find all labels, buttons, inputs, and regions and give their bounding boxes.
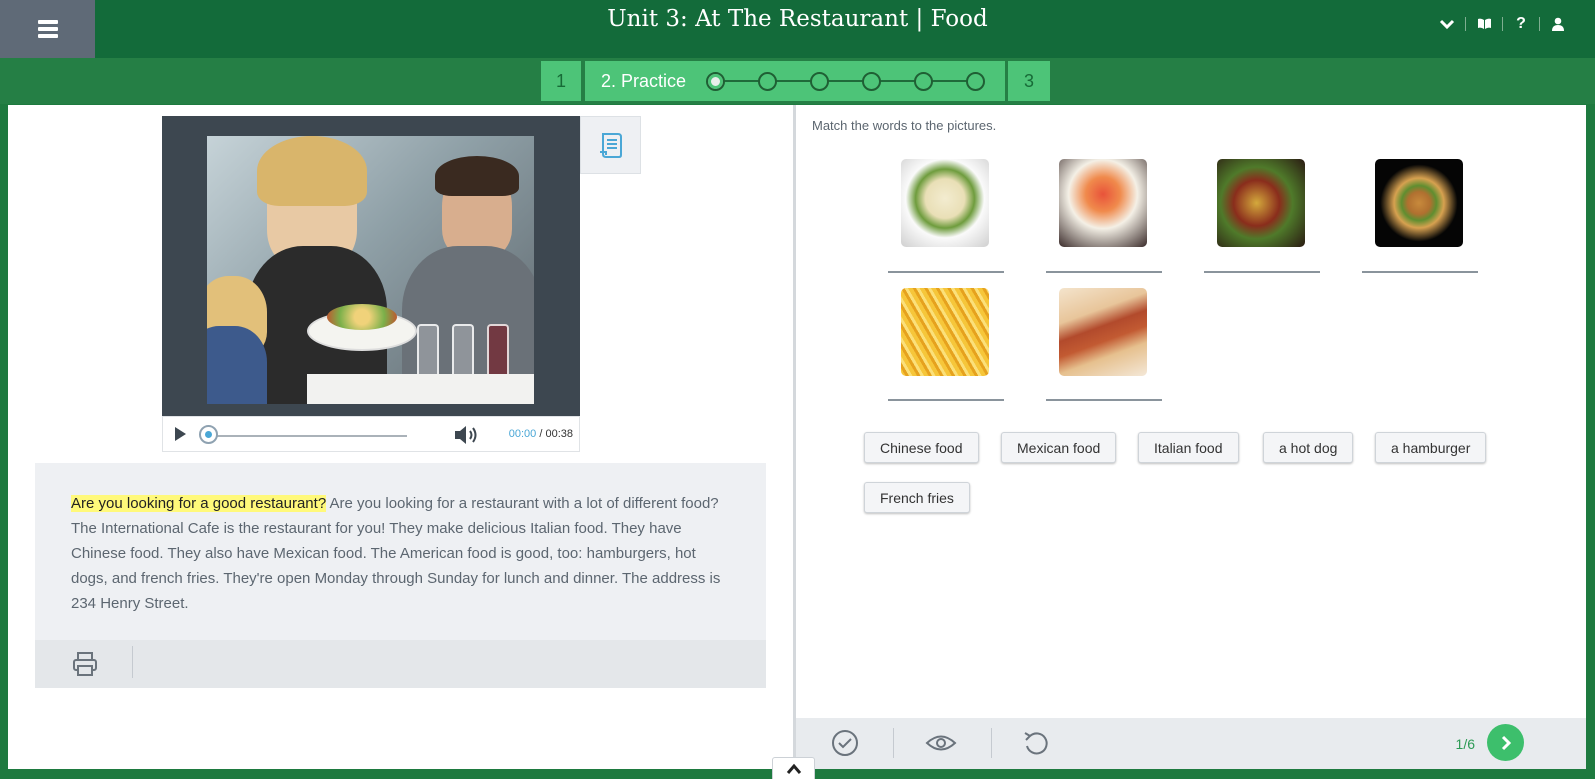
progress-dot[interactable] — [810, 72, 829, 91]
audio-controls: 00:00 / 00:38 — [162, 416, 580, 452]
tacos-image — [1217, 159, 1305, 247]
header-toolbar: ? — [1434, 12, 1571, 36]
reading-toolbar — [35, 640, 766, 688]
print-icon[interactable] — [71, 650, 99, 678]
undo-icon[interactable] — [1021, 728, 1051, 758]
hot-dog-image — [1059, 288, 1147, 376]
page-title: Unit 3: At The Restaurant | Food — [607, 6, 988, 32]
woman-hair — [257, 136, 367, 206]
check-icon[interactable] — [830, 728, 860, 758]
book-icon[interactable] — [1471, 12, 1497, 36]
volume-icon[interactable] — [453, 424, 481, 446]
word-chip[interactable]: Mexican food — [1001, 432, 1117, 463]
man-hair — [435, 156, 519, 196]
duration: 00:38 — [545, 428, 573, 440]
reading-paragraph: Are you looking for a good restaurant? A… — [71, 491, 730, 616]
seek-bar[interactable] — [207, 435, 407, 437]
tablecloth — [307, 374, 534, 404]
seek-handle[interactable] — [199, 425, 218, 444]
arrow-right-icon — [1501, 735, 1511, 750]
next-button[interactable] — [1487, 724, 1524, 761]
reading-rest: Are you looking for a restaurant with a … — [71, 495, 721, 612]
progress-counter: 1/6 — [1455, 736, 1475, 752]
french-fries-image — [901, 288, 989, 376]
step-2-label: 2. Practice — [601, 70, 687, 91]
hamburger-image — [1375, 159, 1463, 247]
answer-slot[interactable] — [1362, 271, 1478, 273]
reading-text-box: Are you looking for a good restaurant? A… — [35, 463, 766, 640]
exercise-toolbar: 1/6 — [796, 718, 1586, 769]
time-display: 00:00 / 00:38 — [509, 428, 573, 440]
progress-dot[interactable] — [706, 72, 725, 91]
progress-dot[interactable] — [914, 72, 933, 91]
answer-slot[interactable] — [1204, 271, 1320, 273]
answer-slot[interactable] — [1046, 271, 1162, 273]
current-time: 00:00 — [508, 428, 537, 440]
help-icon[interactable]: ? — [1508, 12, 1534, 36]
play-icon[interactable] — [175, 427, 186, 441]
chevron-up-icon — [786, 763, 801, 774]
highlighted-sentence[interactable]: Are you looking for a good restaurant? — [71, 495, 327, 512]
divider — [991, 728, 992, 758]
video-frame-image — [207, 136, 534, 404]
word-chip[interactable]: a hot dog — [1263, 432, 1354, 463]
transcript-button[interactable] — [580, 116, 641, 174]
answer-slot[interactable] — [1046, 399, 1162, 401]
answer-slot[interactable] — [888, 399, 1004, 401]
user-icon[interactable] — [1545, 12, 1571, 36]
reading-panel: 00:00 / 00:38 Are you looking for a good… — [8, 105, 794, 769]
progress-dot[interactable] — [758, 72, 777, 91]
eye-icon[interactable] — [925, 728, 957, 758]
video-player[interactable] — [162, 116, 580, 416]
divider — [893, 728, 894, 758]
progress-dot[interactable] — [862, 72, 881, 91]
divider — [1539, 17, 1540, 31]
word-chip[interactable]: French fries — [864, 482, 970, 513]
word-chip[interactable]: a hamburger — [1375, 432, 1487, 463]
divider — [132, 646, 133, 678]
app-header: Unit 3: At The Restaurant | Food ? — [0, 0, 1595, 58]
spaghetti-image — [901, 159, 989, 247]
collapse-button[interactable] — [772, 757, 815, 779]
word-chip[interactable]: Chinese food — [864, 432, 979, 463]
step-1-tab[interactable]: 1 — [541, 61, 581, 101]
transcript-icon — [599, 133, 622, 158]
progress-dot[interactable] — [966, 72, 985, 91]
divider — [1465, 17, 1466, 31]
child-shirt — [207, 326, 267, 404]
food — [327, 304, 397, 330]
chevron-down-icon[interactable] — [1434, 12, 1460, 36]
exercise-panel: Match the words to the pictures. Chinese… — [796, 105, 1586, 769]
divider — [1502, 17, 1503, 31]
exercise-instruction: Match the words to the pictures. — [812, 118, 997, 133]
answer-slot[interactable] — [888, 271, 1004, 273]
lesson-steps: 1 2. Practice 3 — [0, 58, 1595, 104]
step-3-tab[interactable]: 3 — [1008, 61, 1050, 101]
step-2-tab[interactable]: 2. Practice — [585, 61, 1005, 101]
rice-dish-image — [1059, 159, 1147, 247]
word-chip[interactable]: Italian food — [1138, 432, 1239, 463]
